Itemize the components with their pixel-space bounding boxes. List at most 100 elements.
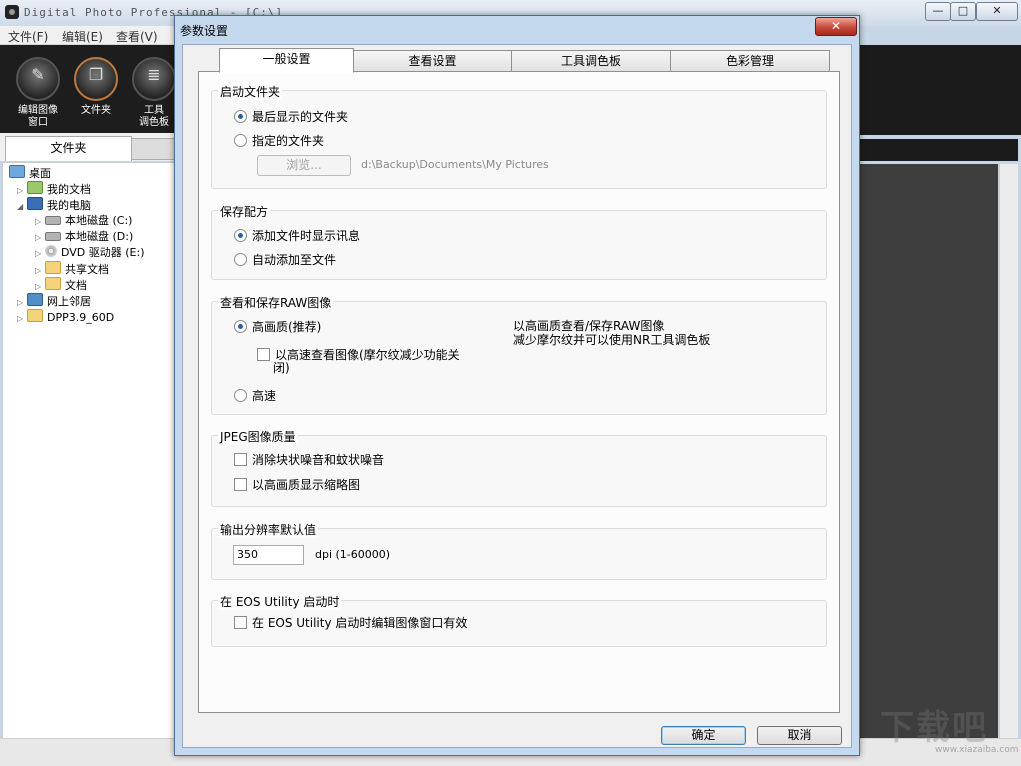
folder-icon xyxy=(27,309,43,322)
maximize-button[interactable]: □ xyxy=(950,2,976,21)
tree-item-my-documents[interactable]: ▷ 我的文档 xyxy=(17,181,91,197)
tree-item-documents[interactable]: ▷ 文档 xyxy=(35,277,87,293)
radio-unselected-icon xyxy=(234,134,247,147)
minimize-button[interactable]: — xyxy=(925,2,951,21)
menu-file[interactable]: 文件(F) xyxy=(8,28,48,45)
main-toolbar: ✎ 编辑图像 窗口 ❐ 文件夹 ≣ 工具 调色板 xyxy=(0,45,176,133)
save-recipe-group: 保存配方 添加文件时显示讯息 自动添加至文件 xyxy=(211,203,827,280)
group-title: 启动文件夹 xyxy=(218,83,283,100)
tree-item-dpp-folder[interactable]: ▷ DPP3.9_60D xyxy=(17,309,114,325)
group-title: 输出分辨率默认值 xyxy=(218,521,319,538)
radio-specified-folder[interactable]: 指定的文件夹 xyxy=(234,133,324,149)
expand-arrow-icon[interactable]: ▷ xyxy=(35,246,45,262)
startup-folder-group: 启动文件夹 最后显示的文件夹 指定的文件夹 浏览... d:\Backup\Do… xyxy=(211,83,827,189)
desktop-icon xyxy=(9,165,25,178)
folder-icon: ❐ xyxy=(74,57,118,101)
folder-tree: 桌面 ▷ 我的文档 ◢ 我的电脑 ▷ 本地磁盘 (C:) ▷ 本地磁盘 (D:) ▷ DV… xyxy=(2,162,175,739)
folder-tool-button[interactable]: ❐ 文件夹 xyxy=(70,57,122,117)
tool-label: 文件夹 xyxy=(81,105,111,116)
tree-item-disk-d[interactable]: ▷ 本地磁盘 (D:) xyxy=(35,229,133,245)
radio-high-quality[interactable]: 高画质(推荐) xyxy=(234,319,321,335)
raw-view-save-group: 查看和保存RAW图像 高画质(推荐) 以高速查看图像(摩尔纹减少功能关 闭) 高… xyxy=(211,294,827,415)
tab-color-management[interactable]: 色彩管理 xyxy=(670,50,830,72)
radio-selected-icon xyxy=(234,229,247,242)
checkbox-eos-edit-window[interactable]: 在 EOS Utility 启动时编辑图像窗口有效 xyxy=(234,615,467,631)
radio-fast[interactable]: 高速 xyxy=(234,388,276,404)
tool-palette-button[interactable]: ≣ 工具 调色板 xyxy=(128,57,180,129)
viewer-scrollbar[interactable] xyxy=(999,164,1018,739)
group-title: JPEG图像质量 xyxy=(218,428,298,445)
camera-app-icon xyxy=(5,5,19,19)
folder-icon xyxy=(45,261,61,274)
tab-view-settings[interactable]: 查看设置 xyxy=(353,50,512,72)
menu-bar: 文件(F) 编辑(E) 查看(V) xyxy=(0,26,174,45)
menu-edit[interactable]: 编辑(E) xyxy=(62,28,103,45)
fast-view-label-continued: 闭) xyxy=(273,361,290,375)
radio-selected-icon xyxy=(234,110,247,123)
expand-arrow-icon[interactable]: ▷ xyxy=(35,214,45,230)
tree-item-shared-docs[interactable]: ▷ 共享文档 xyxy=(35,261,109,277)
resolution-unit-label: dpi (1-60000) xyxy=(315,548,391,561)
documents-icon xyxy=(27,181,43,194)
tree-item-disk-c[interactable]: ▷ 本地磁盘 (C:) xyxy=(35,213,132,229)
cancel-button[interactable]: 取消 xyxy=(757,726,842,745)
tree-item-dvd[interactable]: ▷ DVD 驱动器 (E:) xyxy=(35,245,145,261)
computer-icon xyxy=(27,197,43,210)
viewer-header-strip xyxy=(858,139,1018,161)
tool-label: 编辑图像 xyxy=(18,105,58,116)
tree-item-network[interactable]: ▷ 网上邻居 xyxy=(17,293,91,309)
radio-auto-add[interactable]: 自动添加至文件 xyxy=(234,252,336,268)
checkbox-icon xyxy=(234,453,247,466)
output-resolution-group: 输出分辨率默认值 350 dpi (1-60000) xyxy=(211,521,827,580)
radio-selected-icon xyxy=(234,320,247,333)
radio-last-folder[interactable]: 最后显示的文件夹 xyxy=(234,109,348,125)
disk-icon xyxy=(45,216,61,225)
jpeg-quality-group: JPEG图像质量 消除块状噪音和蚊状噪音 以高画质显示缩略图 xyxy=(211,428,827,507)
watermark-logo: 下载吧 xyxy=(880,708,988,748)
collapse-arrow-icon[interactable]: ◢ xyxy=(17,199,27,215)
eos-utility-group: 在 EOS Utility 启动时 在 EOS Utility 启动时编辑图像窗… xyxy=(211,593,827,647)
group-title: 保存配方 xyxy=(218,203,271,220)
tool-label: 工具 xyxy=(144,105,164,116)
ok-button[interactable]: 确定 xyxy=(661,726,746,745)
tab-folder[interactable]: 文件夹 xyxy=(5,136,132,161)
raw-description-line2: 减少摩尔纹并可以使用NR工具调色板 xyxy=(513,333,711,347)
general-settings-panel: 启动文件夹 最后显示的文件夹 指定的文件夹 浏览... d:\Backup\Do… xyxy=(198,71,840,713)
browse-button[interactable]: 浏览... xyxy=(257,155,351,176)
group-title: 查看和保存RAW图像 xyxy=(218,294,334,311)
folder-path: d:\Backup\Documents\My Pictures xyxy=(361,158,549,171)
preferences-dialog: 参数设置 ✕ 一般设置 查看设置 工具调色板 色彩管理 启动文件夹 最后显示的文… xyxy=(174,15,860,756)
tree-item-desktop[interactable]: 桌面 xyxy=(9,165,51,181)
thumbnail-viewer-area xyxy=(858,164,998,739)
main-close-button[interactable]: ✕ xyxy=(976,2,1018,21)
edit-window-icon: ✎ xyxy=(16,57,60,101)
checkbox-icon xyxy=(234,478,247,491)
checkbox-hq-thumbnails[interactable]: 以高画质显示缩略图 xyxy=(234,477,360,493)
resolution-input[interactable]: 350 xyxy=(233,545,304,565)
tab-secondary[interactable] xyxy=(131,138,176,160)
radio-show-message[interactable]: 添加文件时显示讯息 xyxy=(234,228,360,244)
dialog-client-area: 一般设置 查看设置 工具调色板 色彩管理 启动文件夹 最后显示的文件夹 指定的文… xyxy=(182,44,852,748)
tree-item-my-computer[interactable]: ◢ 我的电脑 xyxy=(17,197,91,213)
dialog-close-button[interactable]: ✕ xyxy=(815,17,857,36)
tool-palette-icon: ≣ xyxy=(132,57,176,101)
group-title: 在 EOS Utility 启动时 xyxy=(218,593,342,610)
left-pane-tabs: 文件夹 xyxy=(0,133,176,161)
tool-label: 窗口 xyxy=(28,117,48,128)
watermark-url: www.xiazaiba.com xyxy=(935,745,1019,755)
expand-arrow-icon[interactable]: ▷ xyxy=(17,311,27,327)
toolbar-right-area xyxy=(858,45,1021,135)
network-icon xyxy=(27,293,43,306)
radio-unselected-icon xyxy=(234,389,247,402)
edit-window-tool-button[interactable]: ✎ 编辑图像 窗口 xyxy=(12,57,64,129)
folder-icon xyxy=(45,277,61,290)
checkbox-icon xyxy=(257,348,270,361)
checkbox-remove-noise[interactable]: 消除块状噪音和蚊状噪音 xyxy=(234,452,384,468)
disk-icon xyxy=(45,232,61,241)
checkbox-icon xyxy=(234,616,247,629)
tab-general[interactable]: 一般设置 xyxy=(219,48,354,73)
tab-tool-palette[interactable]: 工具调色板 xyxy=(511,50,671,72)
menu-view[interactable]: 查看(V) xyxy=(116,28,158,45)
tool-label: 调色板 xyxy=(139,117,169,128)
expand-arrow-icon[interactable]: ▷ xyxy=(35,230,45,246)
